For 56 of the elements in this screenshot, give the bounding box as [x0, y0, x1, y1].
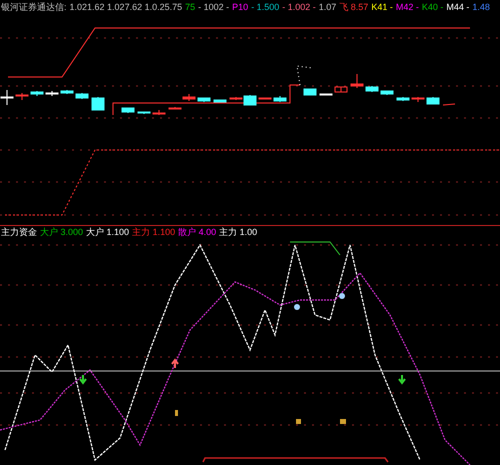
legend-value: 飞 8.57 — [339, 0, 368, 12]
candlestick — [320, 94, 332, 96]
legend-value: 主力 1.00 — [219, 226, 258, 238]
legend-value: M44 - — [446, 0, 470, 12]
candlestick — [350, 74, 364, 88]
legend-value: - 1002 - — [198, 0, 230, 12]
legend-value: M42 - — [396, 0, 419, 12]
marker — [175, 410, 178, 416]
down-arrow-icon — [79, 374, 87, 385]
legend-value: - 1.500 — [251, 0, 280, 12]
candlestick — [138, 112, 150, 114]
candlestick — [366, 86, 378, 92]
candlestick — [76, 92, 88, 100]
marker — [340, 419, 346, 424]
signal-dot — [294, 304, 300, 310]
candlestick — [152, 110, 166, 116]
legend-value: 75 — [185, 0, 196, 12]
candlestick — [380, 90, 394, 96]
candlestick — [182, 94, 196, 102]
dotted-line — [296, 65, 314, 86]
candlestick — [412, 96, 424, 102]
candlestick — [30, 90, 44, 96]
legend-value: 主力资金 — [1, 226, 37, 238]
marker — [296, 419, 301, 424]
top-band-line — [290, 242, 340, 256]
candlestick — [122, 108, 134, 114]
legend-value: K40 - — [422, 0, 444, 12]
candlestick — [46, 90, 58, 96]
legend-value: 主力 1.100 — [132, 226, 176, 238]
step-line — [442, 104, 456, 106]
up-arrow-icon — [171, 358, 179, 369]
candlestick — [60, 90, 74, 94]
chart-title: 银河证券通达信: — [1, 0, 67, 12]
candlestick — [214, 100, 226, 102]
legend-value: - 1.002 - — [282, 0, 316, 12]
candlestick — [396, 96, 410, 102]
signal-dot — [339, 293, 345, 299]
candlestick — [334, 86, 348, 92]
legend-value: 散户 4.00 — [178, 226, 216, 238]
candlestick — [16, 92, 28, 100]
candlestick — [0, 90, 14, 106]
legend-value: 大户 1.100 — [86, 226, 130, 238]
down-arrow-icon — [398, 374, 406, 385]
legend-value: K41 - — [371, 0, 393, 12]
legend-value: 大户 3.000 — [40, 226, 84, 238]
candlestick — [168, 106, 182, 110]
legend-value: 1.021.62 1.027.62 1.0.25.75 — [70, 0, 182, 12]
candlestick — [304, 88, 316, 96]
candlestick — [274, 96, 286, 102]
candlestick — [198, 98, 210, 102]
legend-value: 1.07 — [318, 0, 336, 12]
candlestick — [426, 96, 440, 104]
legend-value: 1.48 — [472, 0, 490, 12]
candlestick — [258, 98, 272, 100]
candlestick — [92, 96, 104, 110]
legend-value: P10 — [232, 0, 248, 12]
